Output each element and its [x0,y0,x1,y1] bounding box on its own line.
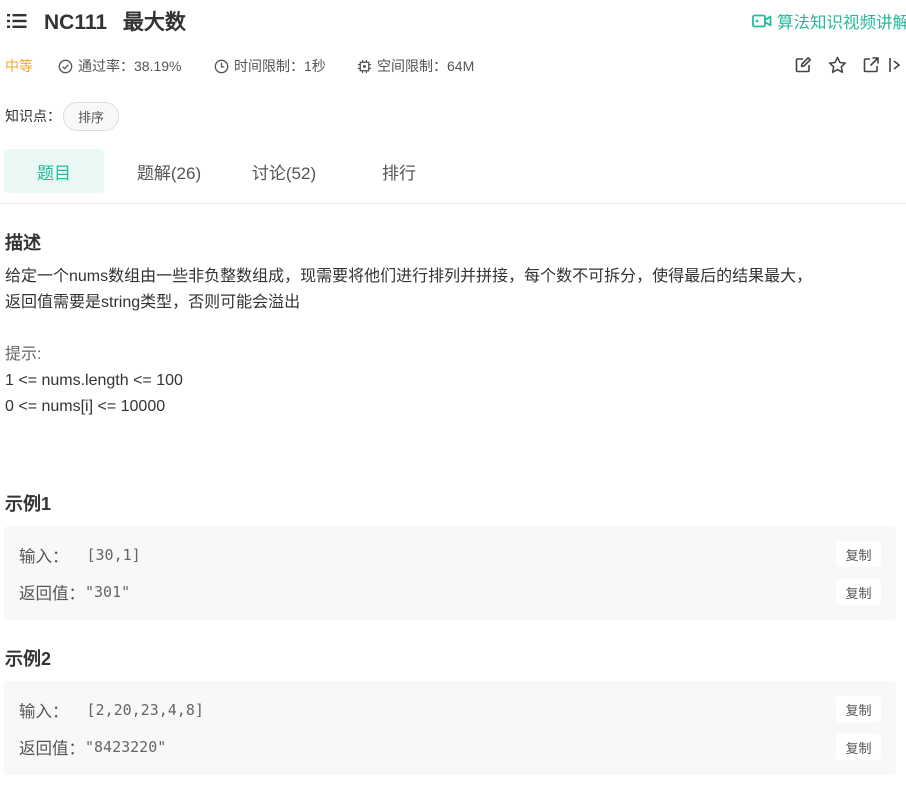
space-limit-text: 空间限制：64M [377,58,475,74]
example-1-box: 输入： [30,1] 返回值： "301" 复制 复制 [4,526,896,620]
problem-meta: 中等 通过率：38.19% 时间限制：1秒 空间限制：64M [0,52,906,78]
edit-icon[interactable] [786,54,820,76]
problem-id: NC111 [44,11,108,34]
pass-rate: 通过率：38.19% [58,56,181,76]
example-1-input-row: 输入： [30,1] [19,543,141,567]
clock-icon [214,59,229,73]
example-2-input-copy-button[interactable]: 复制 [836,696,881,722]
description-heading: 描述 [5,233,41,253]
time-limit: 时间限制：1秒 [214,56,326,76]
video-camera-icon [752,14,772,28]
star-icon[interactable] [820,54,854,76]
problem-toolbar [786,54,906,76]
example-2-output-row: 返回值： "8423220" [19,735,166,759]
knowledge-tag[interactable]: 排序 [63,101,120,131]
hint-label: 提示: [5,346,42,363]
space-limit: 空间限制：64M [357,56,474,76]
example-1-input-label: 输入： [19,548,69,566]
example-1-output-copy-button[interactable]: 复制 [836,579,881,605]
menu-list-icon[interactable] [6,12,28,30]
chip-icon [357,59,372,73]
page-title: NC111 最大数 [44,6,186,36]
tab-solutions[interactable]: 题解(26) [104,149,234,193]
knowledge-points: 知识点： 排序 [5,101,120,131]
check-circle-icon [58,59,73,73]
problem-tabs: 题目 题解(26) 讨论(52) 排行 [4,149,464,193]
description-line-2: 返回值需要是string类型，否则可能会溢出 [5,294,301,311]
tab-divider [0,203,906,204]
example-2-heading: 示例2 [5,649,52,669]
hint-line-1: 1 <= nums.length <= 100 [5,372,183,389]
problem-description: 给定一个nums数组由一些非负整数组成，现需要将他们进行排列并拼接，每个数不可拆… [5,264,900,420]
example-2-output-label: 返回值： [19,740,85,758]
description-line-1: 给定一个nums数组由一些非负整数组成，现需要将他们进行排列并拼接，每个数不可拆… [5,268,813,285]
share-external-icon[interactable] [854,54,888,76]
example-1-input-value: [30,1] [86,546,141,564]
example-2-input-label: 输入： [19,703,69,721]
difficulty-badge: 中等 [5,58,33,74]
example-1-output-row: 返回值： "301" [19,580,130,604]
hint-line-2: 0 <= nums[i] <= 10000 [5,398,166,415]
example-2-box: 输入： [2,20,23,4,8] 返回值： "8423220" 复制 复制 [4,681,896,775]
example-2-input-value: [2,20,23,4,8] [86,701,204,719]
tab-problem[interactable]: 题目 [4,149,104,193]
tab-ranking[interactable]: 排行 [334,149,464,193]
tab-discussion[interactable]: 讨论(52) [234,149,334,193]
example-1-output-label: 返回值： [19,585,85,603]
time-limit-text: 时间限制：1秒 [234,58,326,74]
example-1-output-value: "301" [85,583,131,601]
example-1-heading: 示例1 [5,494,52,514]
problem-header: NC111 最大数 算法知识视频讲解 [0,0,906,44]
pass-rate-text: 通过率：38.19% [78,58,182,74]
video-link-label: 算法知识视频讲解 [777,14,906,32]
more-options-icon[interactable] [888,54,906,76]
example-1-input-copy-button[interactable]: 复制 [836,541,881,567]
knowledge-label: 知识点： [5,108,61,124]
example-2-input-row: 输入： [2,20,23,4,8] [19,698,204,722]
video-lecture-link[interactable]: 算法知识视频讲解 [752,9,906,33]
problem-title: 最大数 [122,11,186,34]
example-2-output-copy-button[interactable]: 复制 [836,734,881,760]
example-2-output-value: "8423220" [85,738,167,756]
